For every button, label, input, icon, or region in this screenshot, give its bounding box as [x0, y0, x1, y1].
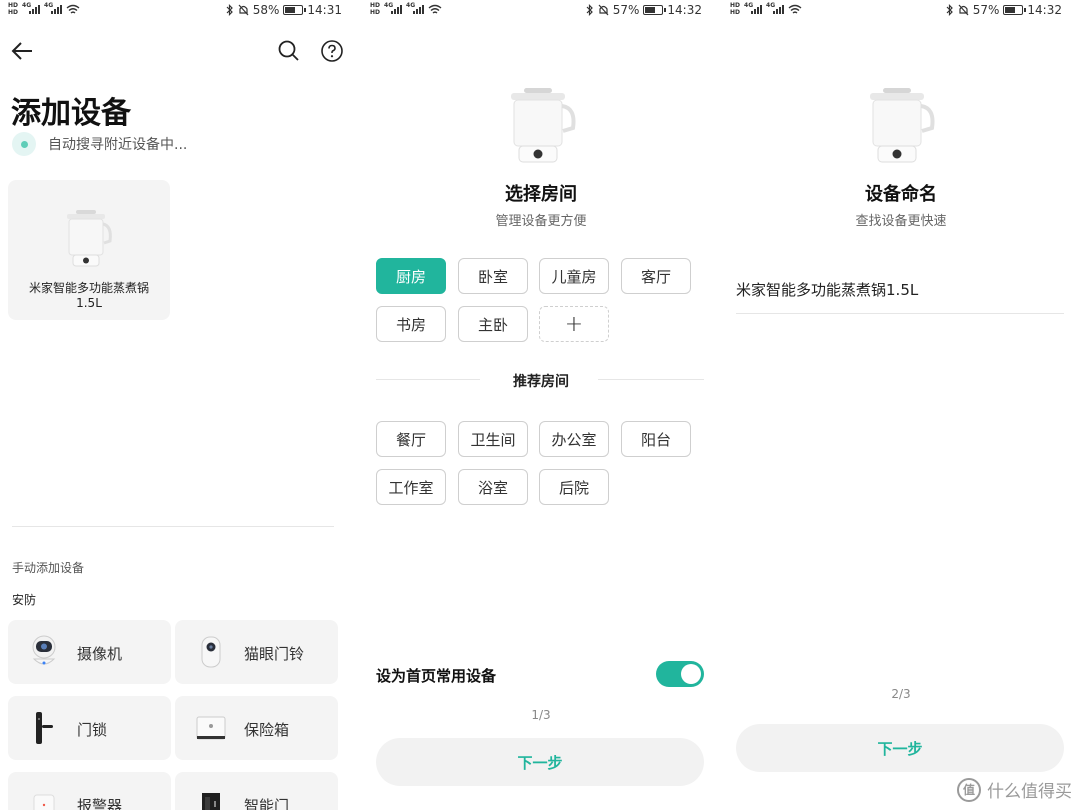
device-tile-label: 保险箱 [244, 721, 290, 739]
device-tile-alarm[interactable]: 报警器 [8, 772, 171, 810]
next-button[interactable]: 下一步 [376, 738, 704, 786]
room-chip-kitchen[interactable]: 厨房 [376, 258, 446, 294]
bluetooth-icon [946, 4, 953, 16]
page-title: 添加设备 [11, 96, 131, 131]
smart-door-icon [193, 786, 229, 810]
signal-icon: 4G [384, 2, 403, 14]
bluetooth-icon [226, 4, 233, 16]
room-chip-living-room[interactable]: 客厅 [621, 258, 691, 294]
clock: 14:32 [667, 3, 702, 17]
searching-indicator-icon [12, 132, 36, 156]
room-chip-study[interactable]: 书房 [376, 306, 446, 342]
manual-add-title: 手动添加设备 [12, 561, 85, 575]
name-device-screen: HD HD 4G 4G 57% 14:32 设备命名 查找设备更快速 米家智能多功… [722, 0, 1080, 810]
input-underline [736, 313, 1064, 314]
signal-icon: 4G [44, 2, 63, 14]
room-chip-master-bedroom[interactable]: 主卧 [458, 306, 528, 342]
device-tile-label: 智能门 [244, 797, 290, 810]
wifi-icon [428, 4, 442, 14]
found-device-name: 米家智能多功能蒸煮锅 1.5L [28, 281, 149, 310]
signal-icon: 4G [744, 2, 763, 14]
door-lock-icon [26, 710, 62, 746]
favorite-device-toggle[interactable] [656, 661, 704, 687]
device-tile-doorbell[interactable]: 猫眼门铃 [175, 620, 338, 684]
room-chip-kids-room[interactable]: 儿童房 [539, 258, 609, 294]
choose-room-screen: HD HD 4G 4G 57% 14:32 选择房间 管理设备更方便 厨房 卧室 … [362, 0, 720, 810]
recommended-room-chip[interactable]: 浴室 [458, 469, 528, 505]
bluetooth-icon [586, 4, 593, 16]
doorbell-icon [193, 634, 229, 670]
help-icon[interactable] [320, 39, 344, 63]
device-tile-safe[interactable]: 保险箱 [175, 696, 338, 760]
recommended-room-chip[interactable]: 办公室 [539, 421, 609, 457]
recommended-room-chip[interactable]: 餐厅 [376, 421, 446, 457]
kettle-icon [865, 86, 937, 170]
step-indicator: 2/3 [891, 687, 911, 701]
alarm-icon [26, 786, 62, 810]
step-indicator: 1/3 [531, 708, 551, 722]
step-title: 设备命名 [865, 184, 937, 205]
clock: 14:32 [1027, 3, 1062, 17]
battery-percent: 58% [252, 3, 280, 17]
signal-icon: 4G [766, 2, 785, 14]
add-device-screen: HDHD 4G 4G 58% 14:31 添加设备 自动搜寻附近设备中... [0, 0, 360, 810]
step-subtitle: 查找设备更快速 [855, 214, 947, 229]
search-icon[interactable] [277, 39, 301, 63]
battery-percent: 57% [612, 3, 640, 17]
watermark-logo-icon: 值 [957, 777, 981, 802]
search-status: 自动搜寻附近设备中... [12, 132, 187, 156]
divider [598, 379, 704, 380]
device-name-input[interactable]: 米家智能多功能蒸煮锅1.5L [736, 279, 918, 300]
recommended-room-chip[interactable]: 卫生间 [458, 421, 528, 457]
recommended-room-chip[interactable]: 阳台 [621, 421, 691, 457]
next-button[interactable]: 下一步 [736, 724, 1064, 772]
found-device-card[interactable]: 米家智能多功能蒸煮锅 1.5L [8, 180, 170, 320]
device-tile-camera[interactable]: 摄像机 [8, 620, 171, 684]
room-chip-bedroom[interactable]: 卧室 [458, 258, 528, 294]
hd-icon: HD HD [8, 2, 19, 16]
wifi-icon [788, 4, 802, 14]
recommended-room-chip[interactable]: 后院 [539, 469, 609, 505]
signal-icon: 4G [406, 2, 425, 14]
mute-bell-icon [598, 4, 609, 16]
safe-icon [193, 710, 229, 746]
battery-icon [1003, 5, 1027, 15]
camera-icon [26, 634, 62, 670]
hd-icon: HD HD [730, 2, 741, 16]
battery-icon [643, 5, 667, 15]
battery-percent: 57% [972, 3, 1000, 17]
watermark: 值 什么值得买 [957, 777, 1072, 802]
searching-text: 自动搜寻附近设备中... [48, 137, 188, 153]
divider [12, 526, 334, 527]
step-subtitle: 管理设备更方便 [495, 214, 587, 229]
device-tile-label: 摄像机 [77, 645, 123, 663]
back-arrow-icon[interactable] [10, 38, 36, 64]
kettle-icon [64, 208, 114, 274]
category-security: 安防 [12, 593, 37, 607]
signal-icon: 4G [22, 2, 41, 14]
mute-bell-icon [958, 4, 969, 16]
recommended-room-chip[interactable]: 工作室 [376, 469, 446, 505]
watermark-text: 什么值得买 [987, 782, 1072, 802]
add-room-button[interactable]: + [539, 306, 609, 342]
status-bar: HD HD 4G 4G 58% 14:31 [0, 0, 360, 20]
favorite-device-label: 设为首页常用设备 [376, 667, 497, 685]
recommended-rooms-title: 推荐房间 [513, 374, 569, 390]
hd-icon: HD HD [370, 2, 381, 16]
device-tile-label: 报警器 [77, 797, 123, 810]
clock: 14:31 [307, 3, 342, 17]
status-bar: HD HD 4G 4G 57% 14:32 [362, 0, 720, 20]
status-bar: HD HD 4G 4G 57% 14:32 [722, 0, 1080, 20]
mute-bell-icon [238, 4, 249, 16]
battery-icon [283, 5, 307, 15]
device-tile-label: 门锁 [77, 721, 108, 739]
kettle-icon [506, 86, 578, 170]
device-tile-smart-door[interactable]: 智能门 [175, 772, 338, 810]
wifi-icon [66, 4, 80, 14]
device-tile-door-lock[interactable]: 门锁 [8, 696, 171, 760]
step-title: 选择房间 [505, 184, 577, 205]
device-tile-label: 猫眼门铃 [244, 645, 305, 663]
